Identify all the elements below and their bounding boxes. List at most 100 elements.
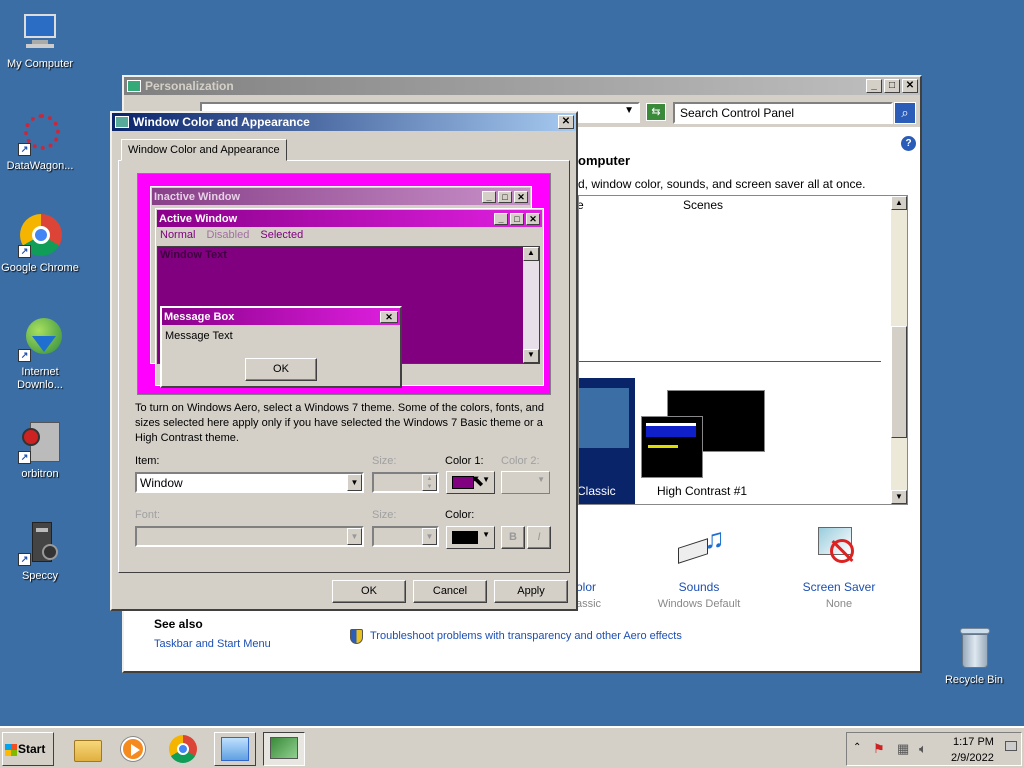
desktop-icon-recycle-bin[interactable]: Recycle Bin — [934, 626, 1014, 687]
taskbar-control-panel[interactable] — [214, 732, 256, 766]
preview-menu-disabled: Disabled — [206, 229, 250, 241]
dialog-close-button[interactable]: ✕ — [558, 115, 574, 129]
desktop-icon-orbitron[interactable]: ↗ orbitron — [0, 420, 80, 481]
dropdown-arrow-icon: ▼ — [347, 474, 362, 491]
quicklaunch-chrome[interactable] — [166, 732, 200, 766]
theme-list-scrollbar[interactable]: ▲ ▼ — [891, 196, 907, 504]
preview-scroll-down-icon: ▼ — [523, 349, 539, 363]
sounds-option[interactable]: ♫ Sounds Windows Default — [644, 525, 754, 615]
desktop-icon-google-chrome[interactable]: ↗ Google Chrome — [0, 214, 80, 275]
desktop-icon-label: Speccy — [21, 570, 59, 582]
cancel-button[interactable]: Cancel — [413, 580, 487, 603]
scroll-down-button[interactable]: ▼ — [891, 490, 907, 504]
ok-button[interactable]: OK — [332, 580, 406, 603]
close-button[interactable]: ✕ — [902, 79, 918, 93]
start-button[interactable]: Start — [2, 732, 54, 766]
help-icon[interactable]: ? — [901, 136, 916, 151]
item-select[interactable]: Window ▼ — [135, 472, 364, 493]
page-description: d, window color, sounds, and screen save… — [578, 177, 866, 191]
scroll-thumb[interactable] — [891, 326, 907, 438]
volume-icon[interactable]: 🔈︎ — [919, 741, 927, 757]
page-heading: omputer — [578, 153, 630, 168]
quicklaunch-media[interactable] — [116, 732, 150, 766]
dropdown-arrow-icon: ▼ — [482, 530, 490, 539]
font-size-select[interactable]: ▼ — [372, 526, 439, 547]
desktop-icon-label: Recycle Bin — [944, 674, 1004, 686]
maximize-button[interactable]: □ — [884, 79, 900, 93]
network-icon[interactable]: ▦ — [897, 741, 909, 757]
system-tray: ⌃ ⚑ ▦ 🔈︎ 1:17 PM 2/9/2022 — [846, 732, 1022, 766]
desktop-icon-speccy[interactable]: ↗ Speccy — [0, 522, 80, 583]
action-center-flag-icon[interactable]: ⚑ — [873, 741, 885, 757]
preview-active-title: Active Window _ □ ✕ — [157, 210, 542, 227]
personalization-taskbar-icon — [270, 737, 298, 759]
font-color-label: Color: — [445, 509, 475, 521]
font-label: Font: — [135, 509, 161, 521]
font-select[interactable]: ▼ — [135, 526, 364, 547]
desktop-icon-internet-download[interactable]: ↗ Internet Downlo... — [0, 318, 80, 392]
color2-button[interactable]: ▼ — [501, 471, 550, 494]
taskbar-start-menu-link[interactable]: Taskbar and Start Menu — [154, 638, 271, 650]
dialog-app-icon — [115, 116, 129, 128]
tab-window-color[interactable]: Window Color and Appearance — [121, 139, 287, 161]
quicklaunch-explorer[interactable] — [70, 732, 104, 766]
window-color-label: olor — [576, 580, 597, 594]
preview-inactive-label: Inactive Window — [154, 190, 241, 203]
show-desktop-icon[interactable] — [1005, 741, 1017, 751]
item-label: Item: — [135, 455, 160, 467]
preview-menu-bar: Normal Disabled Selected — [160, 229, 303, 241]
font-color-button[interactable]: ▼ — [446, 526, 495, 549]
preview-menu-selected: Selected — [260, 229, 304, 241]
appearance-preview: Inactive Window _ □ ✕ Active Window _ □ … — [137, 173, 551, 395]
scroll-up-button[interactable]: ▲ — [891, 196, 907, 210]
preview-msgbox-ok-label: OK — [273, 363, 289, 375]
font-color-swatch — [452, 531, 478, 544]
mouse-cursor-icon: ⬉ — [471, 473, 485, 490]
color1-button[interactable]: ▼ ⬉ — [446, 471, 495, 494]
personalization-title-bar[interactable]: Personalization _ □ ✕ — [124, 77, 920, 95]
clock-time[interactable]: 1:17 PM — [953, 736, 994, 748]
list-divider — [579, 361, 881, 362]
orbitron-icon: ↗ — [18, 420, 62, 464]
dropdown-arrow-icon: ▼ — [624, 105, 634, 116]
screen-saver-option[interactable]: Screen Saver None — [784, 525, 894, 615]
download-manager-icon: ↗ — [18, 318, 62, 362]
sounds-icon: ♫ — [676, 525, 725, 569]
theme-classic[interactable]: Classic — [579, 378, 635, 504]
refresh-button[interactable]: ⇆ — [646, 103, 666, 121]
window-color-sub: assic — [576, 598, 602, 610]
font-size-label: Size: — [372, 509, 397, 521]
tray-expand-icon[interactable]: ⌃ — [853, 742, 861, 753]
search-button[interactable]: ⌕ — [894, 102, 916, 124]
preview-message-box: Message Box ✕ Message Text OK — [160, 306, 402, 388]
bold-button[interactable]: B — [501, 526, 525, 549]
preview-msgbox-label: Message Box — [164, 310, 235, 323]
italic-button[interactable]: I — [527, 526, 551, 549]
preview-close-icon: ✕ — [526, 212, 540, 225]
taskbar-personalization[interactable] — [263, 732, 305, 766]
clock-date[interactable]: 2/9/2022 — [951, 752, 994, 764]
desktop-icon-label: My Computer — [6, 58, 74, 70]
theme-high-contrast[interactable]: High Contrast #1 — [637, 378, 787, 504]
high-contrast-thumbnail-front — [641, 416, 703, 478]
taskbar: Start ⌃ ⚑ ▦ 🔈︎ 1:17 PM 2/9/2022 — [0, 726, 1024, 768]
preview-maximize-icon: □ — [498, 190, 512, 203]
preview-maximize-icon: □ — [510, 212, 524, 225]
windows-logo-icon — [5, 743, 17, 756]
apply-button[interactable]: Apply — [494, 580, 568, 603]
preview-inactive-title: Inactive Window _ □ ✕ — [152, 188, 530, 205]
datawagon-icon: ↗ — [18, 112, 62, 156]
desktop-icon-datawagon[interactable]: ↗ DataWagon... — [0, 112, 80, 173]
high-contrast-label: High Contrast #1 — [657, 484, 748, 498]
italic-label: I — [537, 531, 541, 543]
dialog-title-bar[interactable]: Window Color and Appearance ✕ — [112, 113, 576, 131]
troubleshoot-link[interactable]: Troubleshoot problems with transparency … — [370, 630, 682, 642]
desktop-icon-my-computer[interactable]: My Computer — [0, 10, 80, 71]
size-stepper[interactable]: ▲ ▼ — [372, 472, 439, 493]
search-input[interactable]: Search Control Panel — [673, 102, 893, 124]
minimize-button[interactable]: _ — [866, 79, 882, 93]
theme-list[interactable]: e Scenes Classic High Contrast #1 ▲ ▼ — [578, 195, 908, 505]
window-title: Personalization — [145, 79, 234, 93]
item-select-value: Window — [140, 476, 183, 490]
preview-active-label: Active Window — [159, 212, 238, 225]
